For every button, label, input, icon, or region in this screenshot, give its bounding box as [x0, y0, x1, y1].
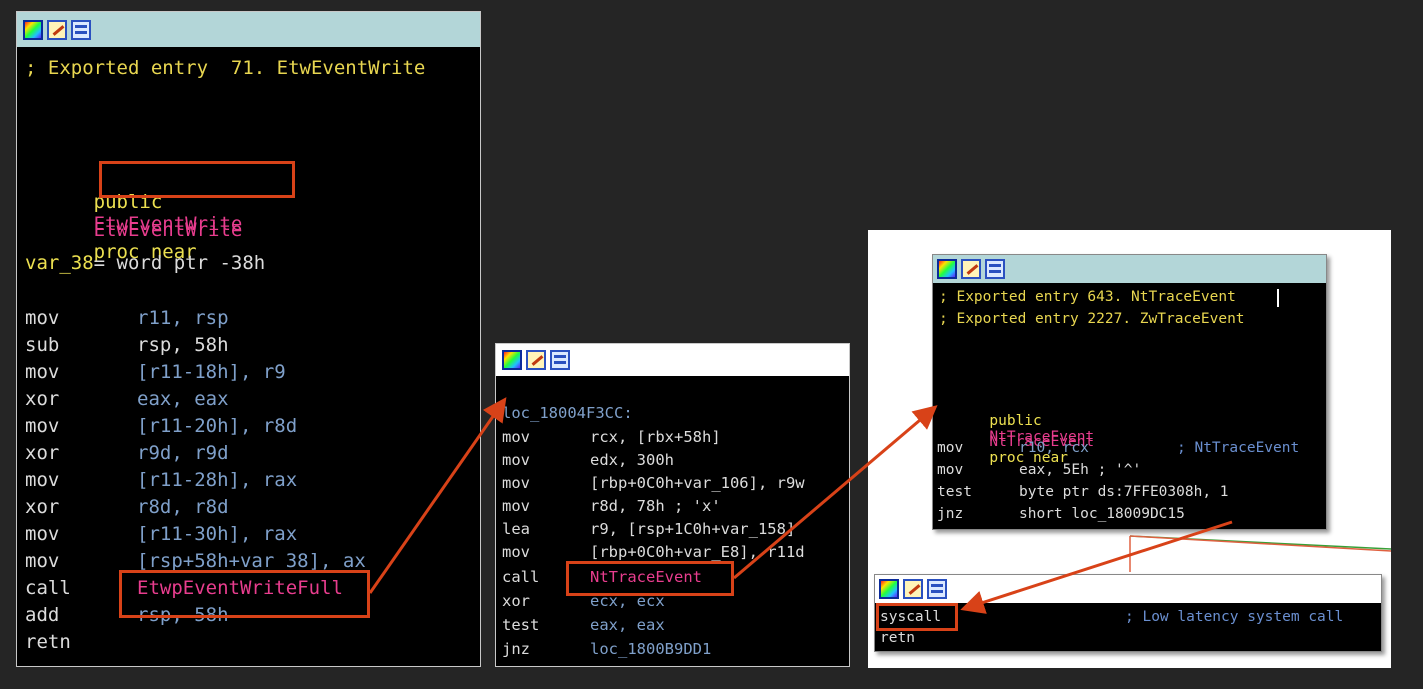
- arrow-3: [960, 520, 1233, 614]
- arrow-1: [368, 397, 507, 594]
- annotation-arrows: [368, 397, 1233, 614]
- arrow-2: [733, 405, 938, 580]
